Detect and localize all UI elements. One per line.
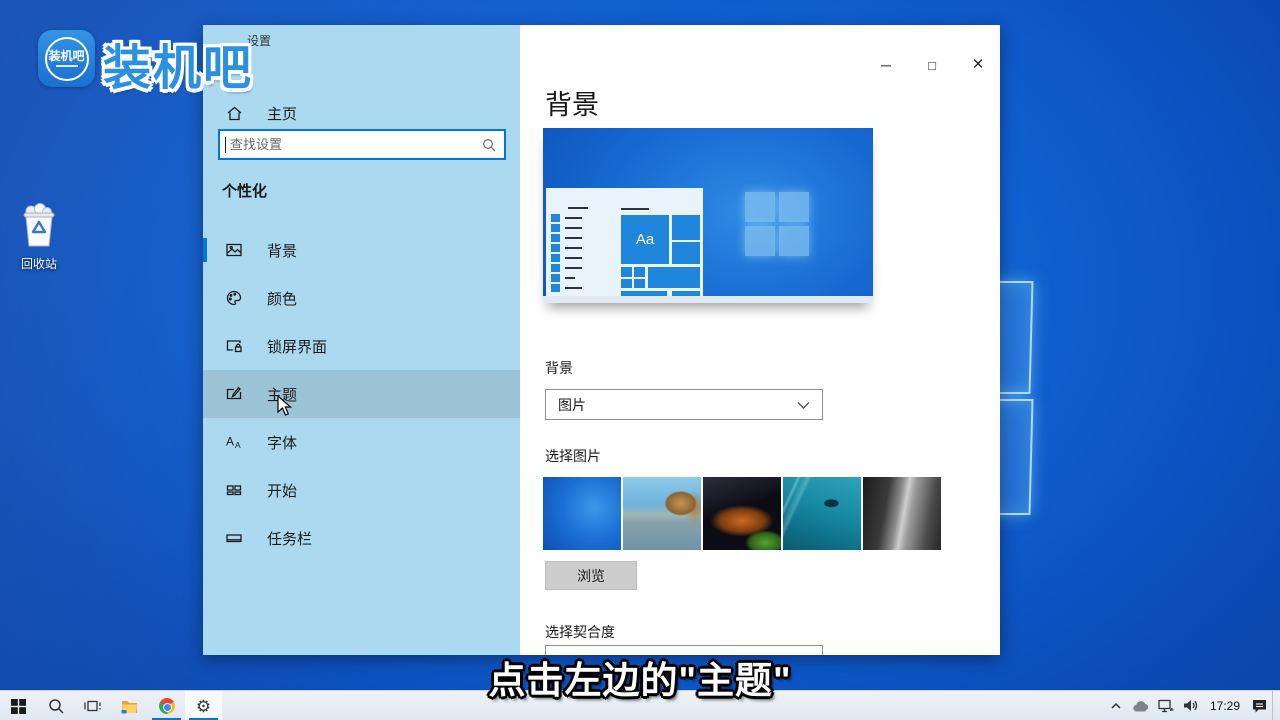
sidebar-item-label: 开始: [267, 480, 297, 501]
taskbar-icon: [225, 529, 243, 547]
search-icon[interactable]: [482, 138, 496, 152]
theme-icon: [225, 385, 243, 403]
maximize-button[interactable]: □: [922, 55, 942, 75]
settings-main-panel: 背景 Aa: [520, 25, 1000, 655]
chevron-down-icon: [797, 397, 810, 413]
background-dropdown-value: 图片: [558, 395, 586, 415]
choose-fit-label: 选择契合度: [545, 622, 615, 642]
sidebar-item-background[interactable]: 背景: [203, 226, 520, 274]
minimize-button[interactable]: ─: [876, 55, 896, 75]
sidebar-item-home[interactable]: 主页: [225, 103, 297, 124]
sidebar-item-taskbar[interactable]: 任务栏: [203, 514, 520, 562]
page-title: 背景: [545, 83, 599, 122]
close-button[interactable]: ×: [968, 55, 988, 75]
preview-aa-tile: Aa: [621, 215, 669, 264]
browse-button[interactable]: 浏览: [545, 561, 637, 590]
sidebar-section-header: 个性化: [222, 180, 267, 201]
preview-windows-logo: [745, 192, 809, 256]
sidebar-item-colors[interactable]: 颜色: [203, 274, 520, 322]
sidebar-item-label: 字体: [267, 432, 297, 453]
recycle-bin-label: 回收站: [10, 255, 68, 272]
sidebar-item-start[interactable]: 开始: [203, 466, 520, 514]
sidebar-item-label: 背景: [267, 240, 297, 261]
desktop: 回收站 设置 ─ □ × 主页: [0, 0, 1280, 720]
start-icon: [225, 481, 243, 499]
thumbnail-underwater[interactable]: [783, 477, 861, 550]
thumbnail-night-sky[interactable]: [703, 477, 781, 550]
watermark-brand-text: 装机吧: [103, 28, 253, 98]
sidebar-item-label: 任务栏: [267, 528, 312, 549]
choose-picture-label: 选择图片: [545, 446, 601, 466]
recycle-bin-icon: [16, 235, 62, 252]
sidebar-item-themes[interactable]: 主题: [203, 370, 520, 418]
video-subtitle: 点击左边的"主题": [0, 650, 1280, 704]
sidebar-home-label: 主页: [267, 103, 297, 124]
fonts-icon: A A: [225, 433, 243, 451]
picture-thumbnails: [543, 477, 941, 550]
background-type-dropdown[interactable]: 图片: [545, 389, 823, 420]
thumbnail-windows-10-default[interactable]: [543, 477, 621, 550]
sidebar-item-fonts[interactable]: A A 字体: [203, 418, 520, 466]
settings-search-box[interactable]: [218, 129, 506, 160]
sidebar-nav: 背景 颜色: [203, 226, 520, 562]
background-preview-image: Aa: [543, 128, 873, 303]
recycle-bin-desktop-icon[interactable]: 回收站: [10, 202, 68, 272]
watermark-logo: 装机吧 装机吧: [38, 30, 253, 98]
sidebar-item-lockscreen[interactable]: 锁屏界面: [203, 322, 520, 370]
svg-text:A: A: [235, 440, 241, 450]
preview-mock-taskbar: [543, 296, 873, 303]
window-controls: ─ □ ×: [876, 55, 988, 75]
watermark-badge-text: 装机吧: [48, 50, 84, 63]
preview-mock-window: Aa: [546, 188, 703, 296]
palette-icon: [225, 289, 243, 307]
thumbnail-rock-cliff[interactable]: [863, 477, 941, 550]
lockscreen-icon: [225, 337, 243, 355]
settings-search-input[interactable]: [226, 137, 482, 152]
watermark-badge-icon: 装机吧: [38, 30, 95, 87]
home-icon: [225, 105, 243, 123]
image-icon: [225, 241, 243, 259]
sidebar-item-label: 锁屏界面: [267, 336, 327, 357]
settings-window: 设置 ─ □ × 主页: [203, 25, 1000, 655]
background-section-label: 背景: [545, 358, 573, 378]
svg-text:A: A: [226, 435, 234, 449]
thumbnail-beach-rocks[interactable]: [623, 477, 701, 550]
sidebar-item-label: 颜色: [267, 288, 297, 309]
mouse-cursor: [277, 395, 297, 422]
settings-sidebar: 主页 个性化 背景: [203, 25, 520, 655]
